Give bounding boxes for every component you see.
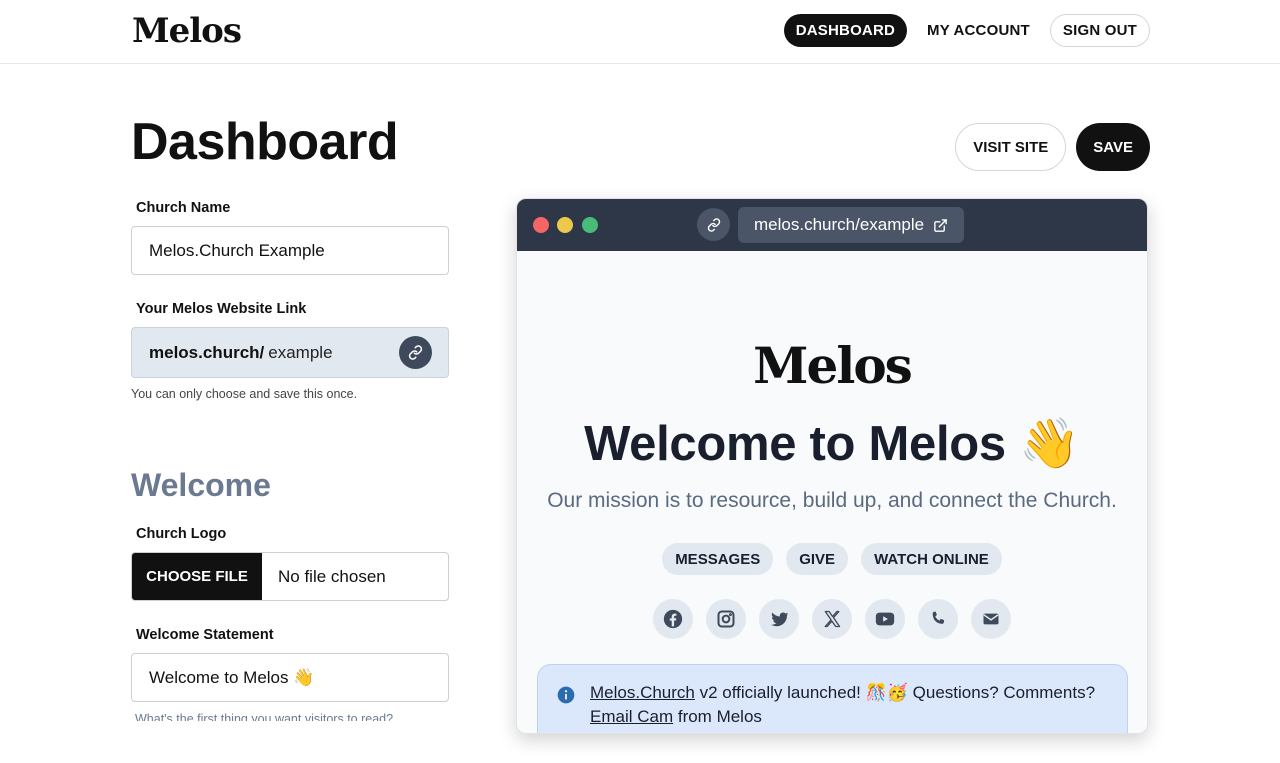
welcome-statement-input[interactable]: Welcome to Melos 👋 [131, 653, 449, 702]
youtube-icon[interactable] [865, 599, 905, 639]
church-name-input[interactable]: Melos.Church Example [131, 226, 449, 275]
phone-icon[interactable] [918, 599, 958, 639]
preview-messages-link[interactable]: MESSAGES [662, 543, 774, 575]
choose-file-button[interactable]: CHOOSE FILE [132, 553, 262, 600]
page-title: Dashboard [131, 113, 399, 171]
email-cam-link[interactable]: Email Cam [590, 707, 673, 726]
link-icon [408, 345, 423, 360]
website-link-label: Your Melos Website Link [136, 301, 307, 317]
top-navbar: Melos DASHBOARD MY ACCOUNT SIGN OUT [0, 0, 1280, 64]
preview-url-text: melos.church/example [754, 215, 925, 234]
window-minimize-dot [557, 217, 573, 233]
window-maximize-dot [582, 217, 598, 233]
save-button[interactable]: SAVE [1076, 123, 1150, 171]
info-icon [557, 686, 575, 704]
preview-watch-online-link[interactable]: WATCH ONLINE [861, 543, 1002, 575]
preview-quick-links: MESSAGES GIVE WATCH ONLINE [517, 543, 1147, 575]
nav-my-account-button[interactable]: MY ACCOUNT [915, 14, 1042, 47]
nav-dashboard-button[interactable]: DASHBOARD [783, 14, 908, 47]
copy-link-button[interactable] [399, 336, 432, 369]
link-prefix: melos.church/ [149, 342, 265, 362]
website-link-field: melos.church/ example [131, 327, 449, 378]
preview-mission-text: Our mission is to resource, build up, an… [547, 489, 1117, 512]
preview-browser-bar: melos.church/example [517, 199, 1147, 251]
preview-logo: Melos [753, 336, 913, 395]
instagram-icon[interactable] [706, 599, 746, 639]
window-close-dot [533, 217, 549, 233]
church-logo-file-input[interactable]: CHOOSE FILE No file chosen [131, 552, 449, 601]
preview-welcome-title: Welcome to Melos 👋 [584, 417, 1080, 471]
link-icon [707, 217, 720, 232]
site-preview-window: melos.church/example Melos Welcome to Me… [516, 198, 1148, 734]
melos-logo[interactable]: Melos [132, 14, 242, 48]
header-actions: VISIT SITE SAVE [955, 123, 1150, 171]
settings-form: Church Name Melos.Church Example Your Me… [131, 200, 449, 721]
preview-announcement: Melos.Church v2 officially launched! 🎊🥳 … [537, 664, 1128, 733]
link-help-text: You can only choose and save this once. [131, 387, 358, 401]
preview-url-link[interactable]: melos.church/example [738, 207, 965, 243]
visit-site-button[interactable]: VISIT SITE [955, 123, 1067, 171]
copy-url-button[interactable] [697, 208, 730, 241]
nav-sign-out-button[interactable]: SIGN OUT [1049, 14, 1150, 47]
external-link-icon [934, 218, 947, 232]
email-icon[interactable] [971, 599, 1011, 639]
x-icon[interactable] [812, 599, 852, 639]
welcome-statement-label: Welcome Statement [136, 627, 274, 643]
file-status-text: No file chosen [278, 566, 386, 586]
notice-text-1: v2 officially launched! 🎊🥳 Questions? Co… [694, 683, 1096, 702]
preview-page: Melos Welcome to Melos 👋 Our mission is … [517, 251, 1147, 733]
preview-give-link[interactable]: GIVE [786, 543, 849, 575]
notice-text-2: from Melos [673, 707, 762, 726]
church-name-label: Church Name [136, 200, 231, 216]
melos-church-link[interactable]: Melos.Church [590, 683, 695, 702]
welcome-section-title: Welcome [131, 467, 271, 503]
welcome-statement-help: What's the first thing you want visitors… [135, 712, 394, 721]
facebook-icon[interactable] [653, 599, 693, 639]
main-nav: DASHBOARD MY ACCOUNT SIGN OUT [783, 14, 1150, 47]
church-logo-label: Church Logo [136, 526, 227, 542]
twitter-icon[interactable] [759, 599, 799, 639]
link-slug: example [268, 342, 333, 362]
preview-social-links [517, 599, 1147, 639]
